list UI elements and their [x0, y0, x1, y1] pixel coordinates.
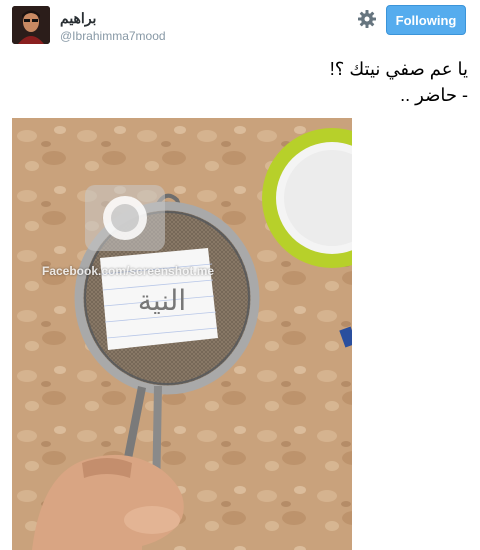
- tweet-line-2: - حاضر ..: [400, 85, 468, 105]
- watermark-text: Facebook.com/screenshot.me: [42, 264, 215, 278]
- screen-name[interactable]: @Ibrahimma7mood: [60, 28, 166, 44]
- paper-text: النية: [138, 284, 186, 317]
- gear-icon[interactable]: [356, 8, 378, 30]
- user-block: براهيم @Ibrahimma7mood: [60, 10, 166, 44]
- camera-logo-icon: [84, 184, 166, 252]
- avatar[interactable]: [12, 6, 50, 44]
- following-button[interactable]: Following: [386, 5, 466, 35]
- tweet-text: يا عم صفي نيتك ؟! - حاضر ..: [28, 56, 468, 108]
- display-name[interactable]: براهيم: [60, 10, 166, 26]
- tweet-photo[interactable]: النية Facebook.com/screenshot.me: [12, 118, 352, 550]
- tweet-header: براهيم @Ibrahimma7mood Following: [0, 0, 480, 50]
- tweet-line-1: يا عم صفي نيتك ؟!: [329, 59, 468, 79]
